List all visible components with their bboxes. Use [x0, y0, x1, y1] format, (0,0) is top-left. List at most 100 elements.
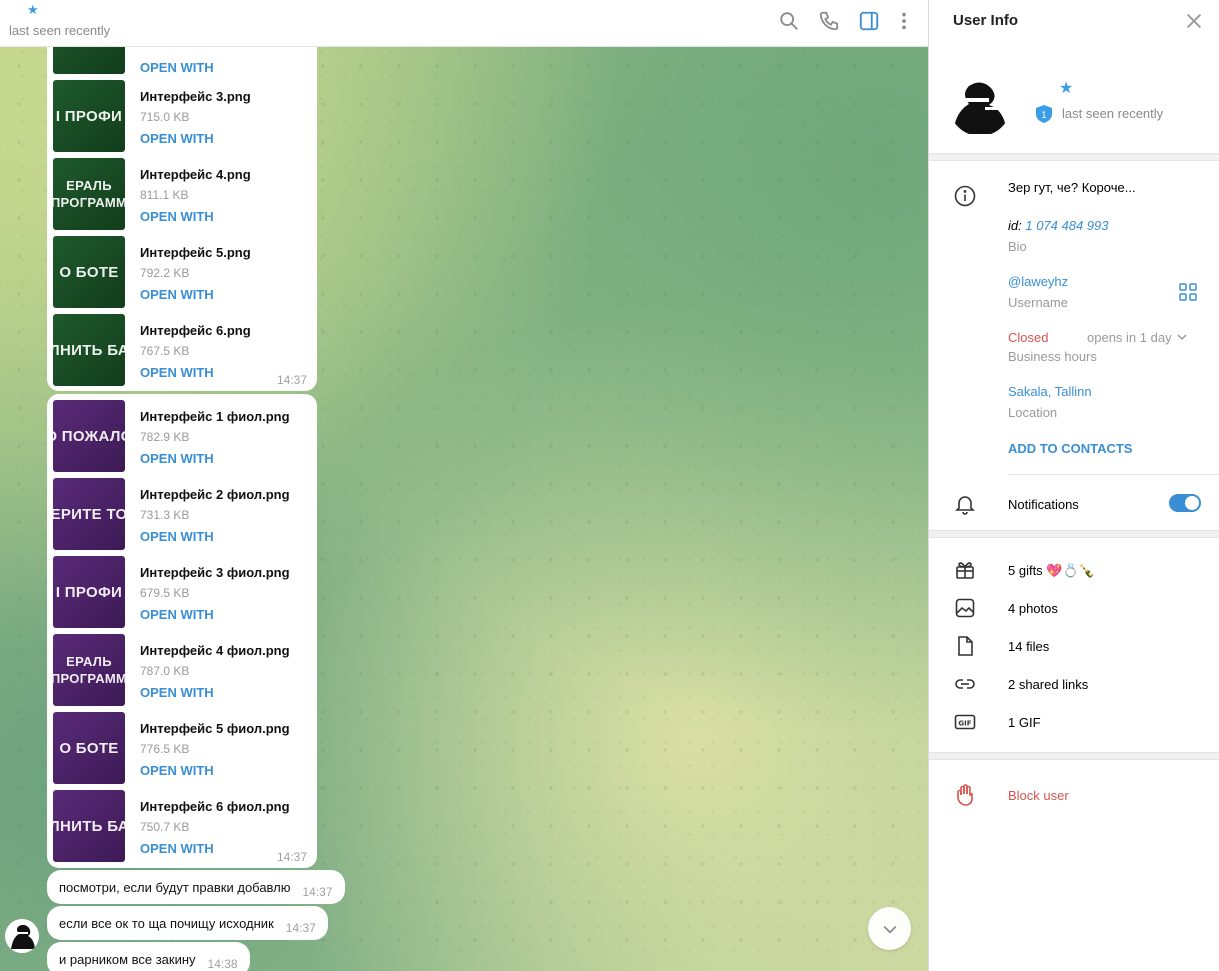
gift-emojis: 💖💍🍾 [1046, 563, 1095, 578]
message-text: если все ок то ща почищу исходник [59, 915, 274, 931]
business-hours-state[interactable]: Closed [1008, 330, 1048, 345]
svg-text:GIF: GIF [958, 720, 971, 728]
open-with-button[interactable]: OPEN WITH [140, 763, 214, 778]
message-time: 14:37 [285, 921, 316, 935]
chat-area: ★ last seen recently OPEN WITH І ПРОФИ И… [0, 0, 928, 971]
section-divider [929, 530, 1219, 538]
open-with-button[interactable]: OPEN WITH [140, 131, 214, 146]
location-value[interactable]: Sakala, Tallinn [1008, 384, 1092, 399]
file-thumbnail[interactable]: ЕРАЛЬ ПРОГРАММ [53, 158, 125, 230]
notifications-label: Notifications [1008, 497, 1079, 512]
chat-header: ★ last seen recently [0, 0, 928, 47]
file-item[interactable]: ЕРАЛЬ ПРОГРАММ Интерфейс 4 фиол.png 787.… [53, 634, 311, 706]
file-size: 792.2 KB [140, 266, 190, 280]
phone-icon[interactable] [818, 10, 840, 32]
section-divider [929, 153, 1219, 161]
sidebar-toggle-icon[interactable] [858, 10, 880, 32]
open-with-button[interactable]: OPEN WITH [140, 529, 214, 544]
business-hours-caption: Business hours [1008, 349, 1097, 364]
link-icon [955, 679, 975, 689]
gifts-count: 5 gifts [1008, 563, 1043, 578]
file-name: Интерфейс 4 фиол.png [140, 643, 290, 658]
chevron-down-icon [1177, 334, 1187, 341]
file-item[interactable]: ЕРАЛЬ ПРОГРАММ Интерфейс 4.png 811.1 KB … [53, 158, 311, 230]
message-time: 14:37 [276, 373, 307, 387]
file-size: 776.5 KB [140, 742, 190, 756]
add-to-contacts-button[interactable]: ADD TO CONTACTS [1008, 441, 1132, 456]
close-icon[interactable] [1183, 10, 1205, 32]
username-value[interactable]: @laweyhz [1008, 274, 1068, 289]
open-with-button[interactable]: OPEN WITH [140, 685, 214, 700]
qr-code-icon[interactable] [1179, 283, 1197, 301]
file-size: 767.5 KB [140, 344, 190, 358]
file-thumbnail[interactable]: О БОТЕ [53, 712, 125, 784]
photos-row[interactable]: 4 photos [1008, 601, 1058, 616]
open-with-button[interactable]: OPEN WITH [140, 365, 214, 380]
more-vertical-icon[interactable] [893, 10, 915, 32]
file-thumbnail[interactable]: ЕРИТЕ ТО [53, 478, 125, 550]
open-with-button[interactable]: OPEN WITH [140, 287, 214, 302]
file-thumbnail[interactable]: І ПРОФИ [53, 80, 125, 152]
file-group-bubble: OPEN WITH І ПРОФИ Интерфейс 3.png 715.0 … [47, 35, 317, 391]
file-thumbnail[interactable]: О БОТЕ [53, 236, 125, 308]
open-with-button[interactable]: OPEN WITH [140, 607, 214, 622]
gif-row[interactable]: 1 GIF [1008, 715, 1041, 730]
bio-caption: Bio [1008, 239, 1027, 254]
file-size: 679.5 KB [140, 586, 190, 600]
scroll-down-button[interactable] [868, 907, 911, 950]
file-item[interactable]: І ПРОФИ Интерфейс 3.png 715.0 KB OPEN WI… [53, 80, 311, 152]
files-row[interactable]: 14 files [1008, 639, 1049, 654]
file-size: 750.7 KB [140, 820, 190, 834]
file-thumbnail[interactable]: ЕРАЛЬ ПРОГРАММ [53, 634, 125, 706]
file-item[interactable]: О БОТЕ Интерфейс 5 фиол.png 776.5 KB OPE… [53, 712, 311, 784]
info-icon [954, 185, 976, 207]
file-item[interactable]: О ПОЖАЛО Интерфейс 1 фиол.png 782.9 KB O… [53, 400, 311, 472]
file-name: Интерфейс 1 фиол.png [140, 409, 290, 424]
open-with-button[interactable]: OPEN WITH [140, 209, 214, 224]
block-user-button[interactable]: Block user [1008, 788, 1069, 803]
links-row[interactable]: 2 shared links [1008, 677, 1088, 692]
file-icon [958, 636, 973, 656]
file-item[interactable]: ЛНИТЬ БА Интерфейс 6 фиол.png 750.7 KB O… [53, 790, 311, 862]
thumbnail-text: О БОТЕ [59, 263, 119, 281]
file-thumbnail[interactable]: О ПОЖАЛО [53, 400, 125, 472]
file-name: Интерфейс 4.png [140, 167, 251, 182]
profile-status: last seen recently [1062, 106, 1164, 121]
file-thumbnail[interactable]: І ПРОФИ [53, 556, 125, 628]
sender-avatar[interactable] [5, 919, 39, 953]
business-hours-detail[interactable]: opens in 1 day [1087, 330, 1187, 345]
message-time: 14:37 [302, 885, 333, 899]
file-thumbnail[interactable]: ЛНИТЬ БА [53, 314, 125, 386]
message-text: посмотри, если будут правки добавлю [59, 879, 291, 895]
file-item[interactable]: О БОТЕ Интерфейс 5.png 792.2 KB OPEN WIT… [53, 236, 311, 308]
block-hand-icon [957, 784, 973, 806]
user-info-panel: User Info ★ 1 last seen recently Зер гут… [928, 0, 1219, 971]
message-time: 14:38 [207, 957, 238, 971]
thumbnail-text: О ПОЖАЛО [53, 427, 125, 445]
gifts-row[interactable]: 5 gifts 💖💍🍾 [1008, 563, 1095, 579]
gif-icon: GIF [954, 714, 976, 730]
file-item[interactable]: І ПРОФИ Интерфейс 3 фиол.png 679.5 KB OP… [53, 556, 311, 628]
section-divider [929, 752, 1219, 760]
text-message[interactable]: посмотри, если будут правки добавлю 14:3… [47, 870, 345, 904]
open-with-button[interactable]: OPEN WITH [140, 841, 214, 856]
file-item[interactable]: ЕРИТЕ ТО Интерфейс 2 фиол.png 731.3 KB O… [53, 478, 311, 550]
text-message[interactable]: и рарником все закину 14:38 [47, 942, 250, 971]
thumbnail-text: І ПРОФИ [55, 107, 123, 125]
notifications-toggle[interactable] [1169, 494, 1201, 512]
file-group-bubble: О ПОЖАЛО Интерфейс 1 фиол.png 782.9 KB O… [47, 394, 317, 868]
file-size: 811.1 KB [140, 188, 189, 202]
profile-avatar[interactable] [949, 74, 1011, 136]
open-with-button[interactable]: OPEN WITH [140, 60, 214, 75]
user-id-value[interactable]: 1 074 484 993 [1025, 218, 1108, 233]
svg-text:1: 1 [1041, 111, 1047, 121]
file-item[interactable]: ЛНИТЬ БА Интерфейс 6.png 767.5 KB OPEN W… [53, 314, 311, 386]
text-message[interactable]: если все ок то ща почищу исходник 14:37 [47, 906, 328, 940]
file-name: Интерфейс 3.png [140, 89, 251, 104]
open-with-button[interactable]: OPEN WITH [140, 451, 214, 466]
file-thumbnail[interactable]: ЛНИТЬ БА [53, 790, 125, 862]
business-hours-detail-text: opens in 1 day [1087, 330, 1172, 345]
file-size: 782.9 KB [140, 430, 190, 444]
user-id[interactable]: id: 1 074 484 993 [1008, 218, 1109, 233]
search-icon[interactable] [778, 10, 800, 32]
